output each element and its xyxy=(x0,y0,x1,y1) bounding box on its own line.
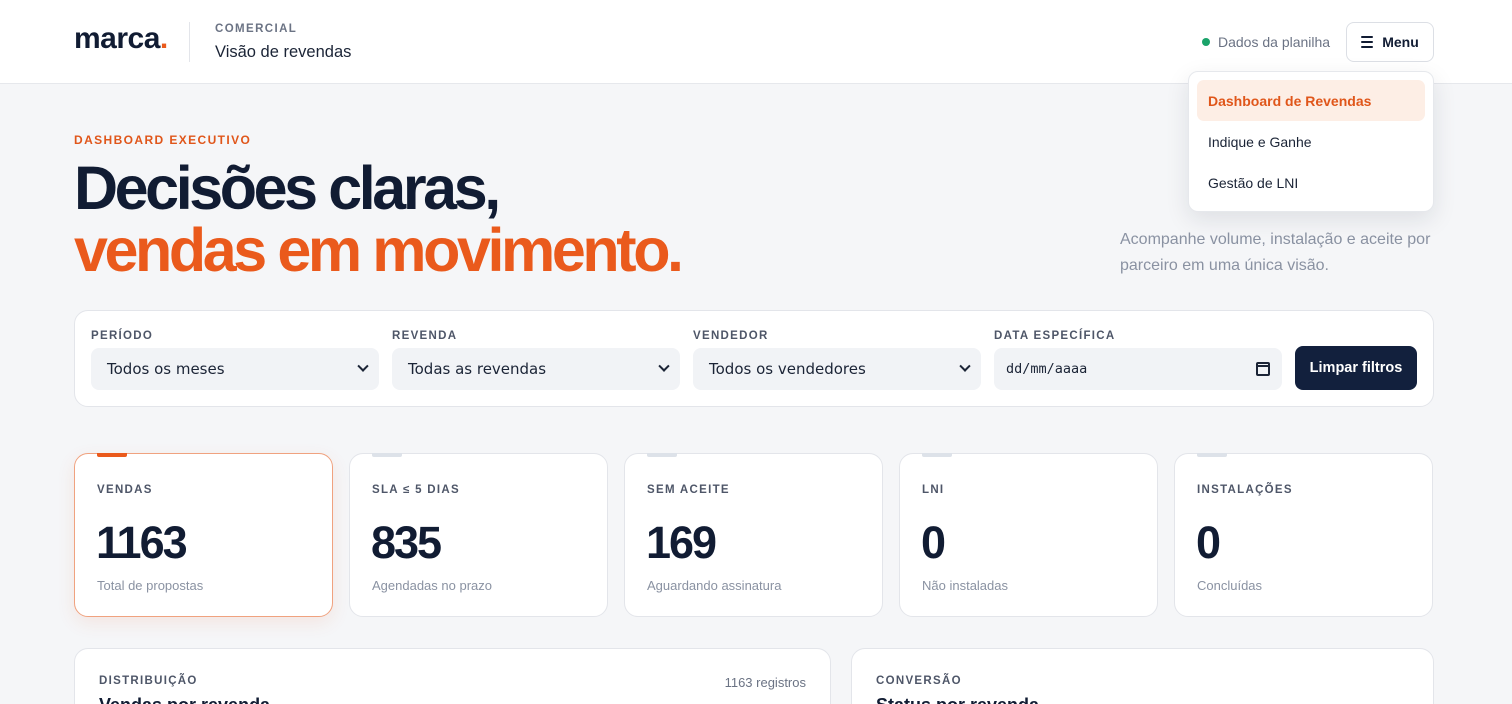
header-divider xyxy=(189,22,190,62)
kpi-accent-bar xyxy=(922,453,952,457)
kpi-value: 1163 xyxy=(96,517,188,568)
kpi-label: LNI xyxy=(922,484,945,496)
kpi-value: 835 xyxy=(371,517,442,568)
filter-periodo-select[interactable]: Todos os meses xyxy=(91,348,379,390)
panel-label: DISTRIBUIÇÃO xyxy=(99,675,198,687)
kpi-card-lni[interactable]: LNI 0 Não instaladas xyxy=(899,453,1158,617)
distribution-panel: DISTRIBUIÇÃO 1163 registros Vendas por r… xyxy=(74,648,831,704)
kpi-subtitle: Agendadas no prazo xyxy=(372,578,492,593)
kpi-value: 0 xyxy=(1196,517,1221,568)
kpi-card-vendas[interactable]: VENDAS 1163 Total de propostas xyxy=(74,453,333,617)
hero-eyebrow: DASHBOARD EXECUTIVO xyxy=(74,133,252,147)
hamburger-icon xyxy=(1361,36,1374,48)
filter-periodo-value: Todos os meses xyxy=(107,360,225,378)
kpi-value: 0 xyxy=(921,517,946,568)
panel-title: Vendas por revenda xyxy=(99,695,270,704)
panel-label: CONVERSÃO xyxy=(876,675,962,687)
page-title: Visão de revendas xyxy=(215,43,352,61)
menu-button-label: Menu xyxy=(1382,34,1419,50)
calendar-icon[interactable] xyxy=(1256,362,1270,376)
kpi-label: INSTALAÇÕES xyxy=(1197,484,1293,496)
clear-filters-button[interactable]: Limpar filtros xyxy=(1295,346,1417,390)
kpi-subtitle: Aguardando assinatura xyxy=(647,578,782,593)
kpi-label: SLA ≤ 5 DIAS xyxy=(372,484,460,496)
breadcrumb-section: COMERCIAL xyxy=(215,23,298,35)
menu-item-dashboard-revendas[interactable]: Dashboard de Revendas xyxy=(1197,80,1425,121)
kpi-accent-bar xyxy=(97,453,127,457)
filters-panel: PERÍODO Todos os meses REVENDA Todas as … xyxy=(74,310,1434,407)
kpi-subtitle: Concluídas xyxy=(1197,578,1263,593)
filter-vendedor-value: Todos os vendedores xyxy=(709,360,866,378)
chevron-down-icon xyxy=(959,360,971,372)
conversion-panel: CONVERSÃO Status por revenda xyxy=(851,648,1434,704)
logo-text: marca xyxy=(74,22,160,55)
kpi-card-sem-aceite[interactable]: SEM ACEITE 169 Aguardando assinatura xyxy=(624,453,883,617)
kpi-label: SEM ACEITE xyxy=(647,484,730,496)
menu-button[interactable]: Menu xyxy=(1346,22,1434,62)
filter-data-label: DATA ESPECÍFICA xyxy=(994,330,1116,342)
menu-item-gestao-lni[interactable]: Gestão de LNI xyxy=(1197,162,1425,203)
kpi-value: 169 xyxy=(646,517,717,568)
kpi-label: VENDAS xyxy=(97,484,153,496)
filter-data-input[interactable]: dd/mm/aaaa xyxy=(994,348,1282,390)
filter-vendedor-select[interactable]: Todos os vendedores xyxy=(693,348,981,390)
kpi-accent-bar xyxy=(1197,453,1227,457)
menu-item-indique-e-ganhe[interactable]: Indique e Ganhe xyxy=(1197,121,1425,162)
kpi-accent-bar xyxy=(647,453,677,457)
kpi-card-instalacoes[interactable]: INSTALAÇÕES 0 Concluídas xyxy=(1174,453,1433,617)
chevron-down-icon xyxy=(658,360,670,372)
chevron-down-icon xyxy=(357,360,369,372)
hero-description: Acompanhe volume, instalação e aceite po… xyxy=(1120,231,1431,274)
hero-title-line-1: Decisões claras, xyxy=(74,154,501,222)
filter-periodo-label: PERÍODO xyxy=(91,330,154,342)
kpi-subtitle: Total de propostas xyxy=(97,578,204,593)
kpi-card-sla[interactable]: SLA ≤ 5 DIAS 835 Agendadas no prazo xyxy=(349,453,608,617)
logo-dot: . xyxy=(159,22,168,55)
kpi-accent-bar xyxy=(372,453,402,457)
hero-title-line-2: vendas em movimento. xyxy=(74,216,684,284)
data-source-status: Dados da planilha xyxy=(1202,34,1330,50)
panel-title: Status por revenda xyxy=(876,695,1039,704)
filter-vendedor-label: VENDEDOR xyxy=(693,330,769,342)
menu-dropdown: Dashboard de Revendas Indique e Ganhe Ge… xyxy=(1188,71,1434,212)
kpi-subtitle: Não instaladas xyxy=(922,578,1008,593)
status-text: Dados da planilha xyxy=(1218,34,1331,50)
filter-revenda-label: REVENDA xyxy=(392,330,458,342)
filter-revenda-select[interactable]: Todas as revendas xyxy=(392,348,680,390)
filter-revenda-value: Todas as revendas xyxy=(408,360,547,378)
filter-data-placeholder: dd/mm/aaaa xyxy=(1006,361,1088,377)
records-count: 1163 registros xyxy=(724,675,806,690)
status-dot-icon xyxy=(1202,38,1210,46)
logo[interactable]: marca. xyxy=(74,22,168,56)
